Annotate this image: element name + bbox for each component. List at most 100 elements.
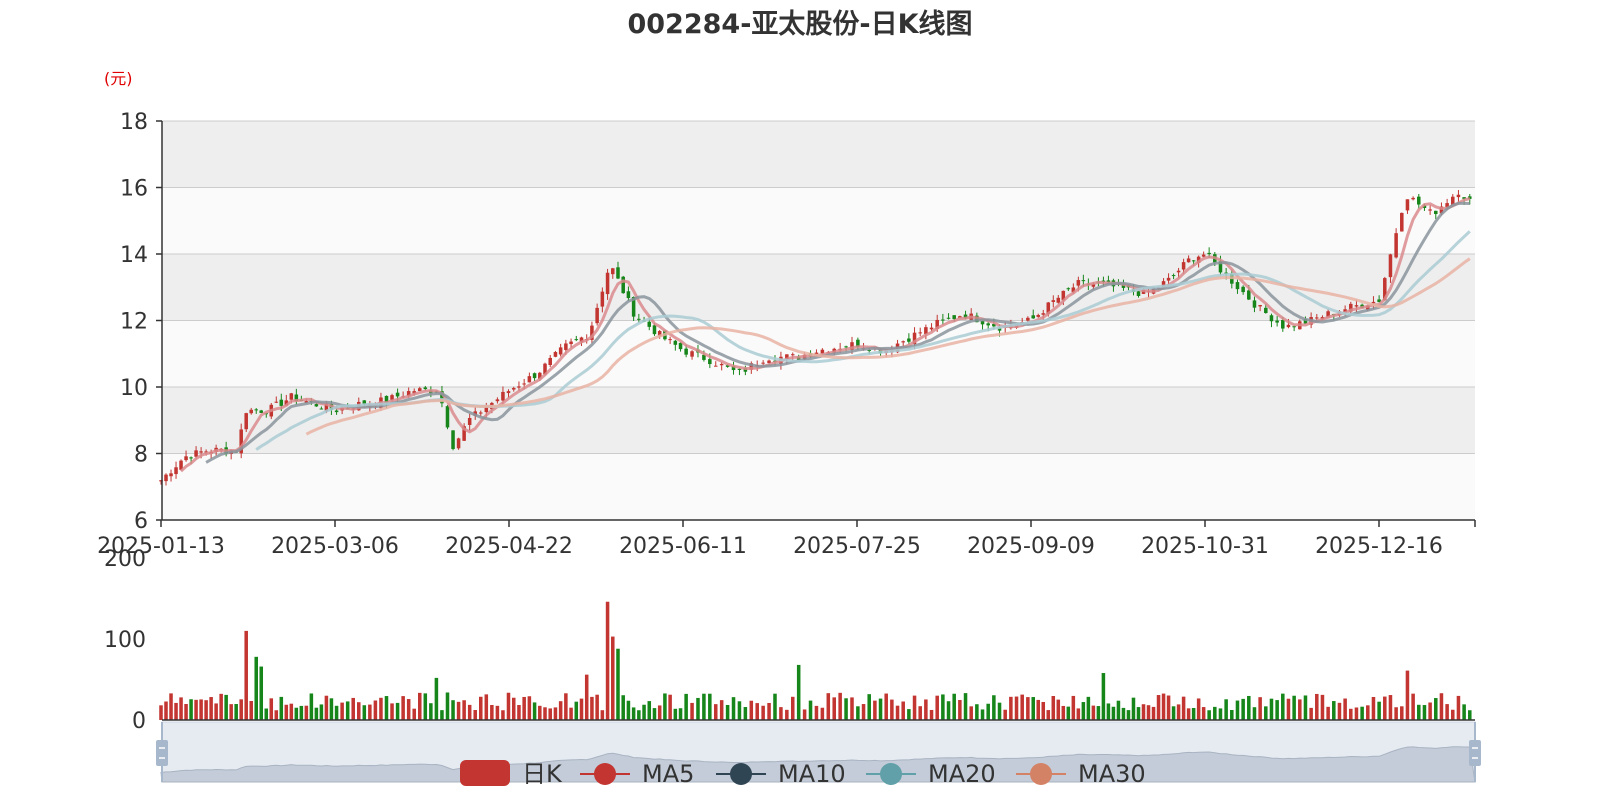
volume-bar	[761, 705, 765, 720]
volume-bar	[1411, 693, 1415, 720]
volume-bar	[713, 704, 718, 720]
candle-body	[479, 412, 483, 414]
volume-bar	[642, 704, 646, 720]
volume-bar	[495, 705, 500, 720]
volume-bar	[856, 706, 860, 720]
volume-bar	[1286, 698, 1291, 720]
volume-bar	[1036, 699, 1041, 720]
candle-body	[1286, 324, 1291, 328]
candle-body	[678, 342, 683, 350]
volume-bar	[708, 693, 712, 720]
volume-bar	[484, 694, 489, 720]
volume-bar	[1207, 710, 1211, 720]
volume-bar	[289, 703, 294, 720]
volume-bar	[1186, 708, 1191, 720]
volume-bar	[1014, 696, 1019, 720]
candle-body	[1405, 199, 1410, 211]
price-tick-label: 12	[120, 310, 148, 335]
volume-bar	[401, 696, 405, 720]
volume-bar	[1146, 705, 1151, 720]
candle-body	[708, 359, 712, 365]
volume-bar	[1213, 706, 1217, 720]
date-tick-label: 2025-07-25	[793, 534, 921, 559]
volume-bar	[779, 707, 783, 720]
volume-bar	[743, 707, 748, 720]
volume-bar	[1020, 694, 1024, 720]
candle-body	[1252, 300, 1257, 308]
candle-body	[600, 291, 605, 307]
volume-bar	[749, 700, 754, 720]
volume-bar	[1360, 706, 1364, 720]
candle-body	[690, 351, 694, 357]
volume-bar	[319, 704, 324, 720]
candle-body	[1281, 320, 1285, 329]
volume-bar	[279, 696, 284, 720]
volume-bar	[1366, 705, 1370, 720]
candle-body	[1275, 320, 1279, 323]
volume-bar	[918, 706, 922, 720]
price-band	[162, 254, 1475, 321]
volume-bar	[264, 708, 269, 720]
candle-body	[647, 321, 652, 327]
volume-bar	[1235, 700, 1240, 720]
volume-bar	[657, 705, 662, 720]
volume-bar	[1086, 696, 1091, 720]
volume-bar	[1349, 708, 1353, 720]
volume-bar	[844, 698, 848, 720]
candle-body	[564, 343, 568, 350]
candle-body	[1411, 197, 1415, 200]
volume-axis-ticks: 0100200	[104, 547, 146, 734]
volume-bar	[1121, 707, 1126, 720]
candle-body	[1166, 277, 1171, 281]
legend-dayk-icon	[460, 760, 510, 786]
legend-dayk-label: 日K	[522, 760, 563, 788]
volume-bar	[1101, 673, 1106, 720]
candle-body	[249, 409, 253, 414]
volume-bar	[1171, 706, 1176, 720]
volume-bar	[796, 664, 801, 720]
volume-bar	[558, 701, 563, 720]
volume-bar	[605, 601, 610, 720]
volume-bar	[958, 699, 962, 720]
volume-bar	[929, 709, 934, 720]
candle-body	[918, 332, 922, 334]
candle-body	[484, 407, 489, 413]
date-tick-label: 2025-03-06	[271, 534, 399, 559]
candle-body	[532, 373, 537, 379]
volume-bar	[390, 703, 394, 720]
volume-bar	[522, 696, 526, 720]
volume-bar	[299, 705, 304, 720]
candle-body	[980, 321, 985, 325]
candle-body	[1076, 280, 1081, 286]
candle-body	[395, 392, 400, 397]
candle-body	[289, 393, 294, 400]
legend-ma5-dot-icon	[594, 763, 616, 785]
candle-body	[1235, 282, 1240, 290]
volume-bar	[616, 648, 620, 720]
volume-bar	[895, 705, 900, 720]
volume-bar	[345, 701, 350, 720]
candle-body	[790, 354, 795, 356]
slider-grip-icon	[1469, 740, 1481, 766]
volume-bar	[501, 710, 505, 720]
volume-bar	[506, 692, 511, 720]
volume-bar	[731, 697, 736, 720]
candle-body	[713, 365, 718, 367]
volume-bar	[284, 704, 289, 720]
candle-body	[259, 410, 264, 413]
volume-bar	[1383, 696, 1387, 720]
volume-bar	[574, 701, 579, 720]
candle-body	[652, 325, 657, 335]
candle-body	[1207, 252, 1211, 255]
candle-body	[522, 383, 526, 385]
volume-bar	[1281, 693, 1285, 720]
volume-bar	[204, 700, 208, 720]
candle-body	[174, 467, 178, 475]
candle-body	[189, 457, 193, 459]
volume-bar	[702, 693, 706, 720]
volume-bar	[1111, 706, 1116, 720]
volume-bar	[838, 692, 842, 720]
volume-bar	[1445, 704, 1449, 720]
volume-bar	[1354, 707, 1359, 720]
volume-bar	[274, 710, 279, 720]
